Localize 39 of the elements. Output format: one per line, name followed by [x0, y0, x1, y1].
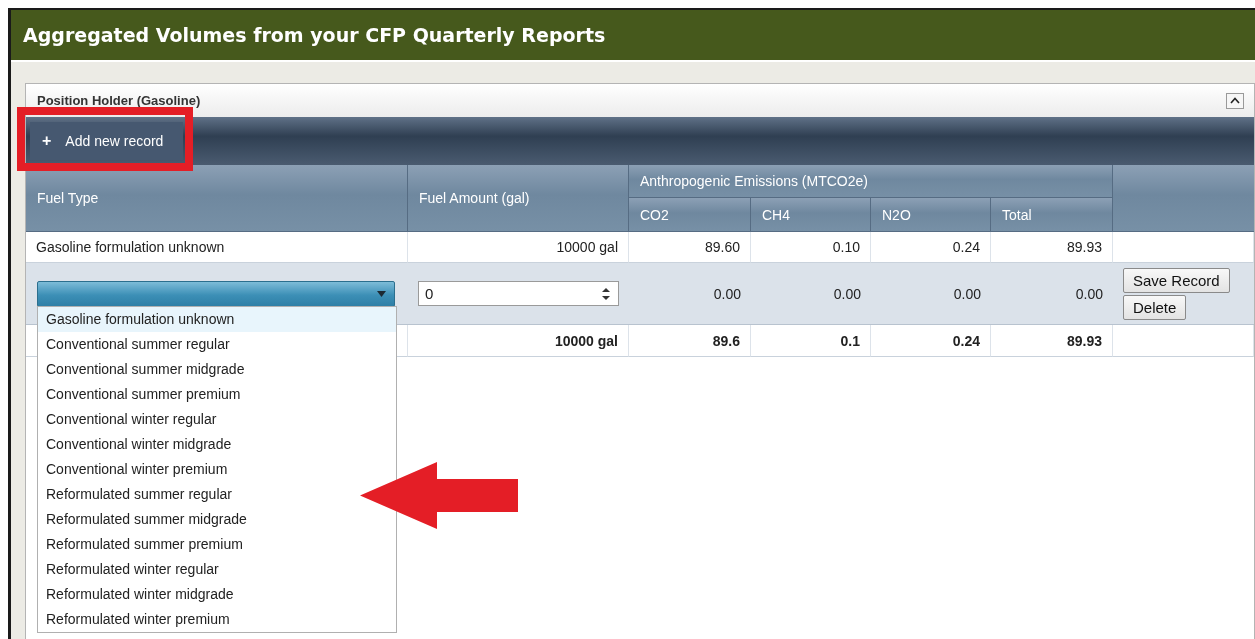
- delete-button[interactable]: Delete: [1123, 294, 1187, 320]
- table-cell: 0.00: [1075, 285, 1103, 302]
- dropdown-option[interactable]: Conventional summer midgrade: [38, 357, 253, 382]
- total-cell: 0.1: [751, 325, 871, 357]
- total-cell: 10000 gal: [408, 325, 629, 357]
- total-cell: 89.93: [991, 325, 1113, 357]
- column-header[interactable]: Fuel Type: [26, 165, 408, 232]
- add-record-button[interactable]: + Add new record: [30, 122, 184, 160]
- save-record-button[interactable]: Save Record: [1123, 267, 1230, 293]
- dropdown-option[interactable]: Reformulated winter midgrade: [38, 582, 242, 607]
- dropdown-option[interactable]: Reformulated summer midgrade: [38, 507, 255, 532]
- table-cell: 0.00: [953, 285, 981, 302]
- dropdown-option[interactable]: Reformulated summer regular: [38, 482, 240, 507]
- column-header[interactable]: CH4: [751, 198, 871, 232]
- caret-icon: [1230, 97, 1240, 104]
- column-header[interactable]: N2O: [871, 198, 991, 232]
- dropdown-arrow-icon: [377, 290, 386, 297]
- column-group-header: Anthropogenic Emissions (MTCO2e): [629, 165, 1113, 198]
- page-title: Aggregated Volumes from your CFP Quarterly Reports: [23, 24, 606, 46]
- panel-title: Position Holder (Gasoline): [37, 93, 201, 108]
- column-header[interactable]: Fuel Amount (gal): [408, 165, 629, 232]
- total-cell: 89.6: [629, 325, 751, 357]
- dropdown-option[interactable]: Reformulated summer premium: [38, 532, 251, 557]
- dropdown-option[interactable]: Reformulated winter premium: [38, 607, 238, 632]
- total-cell: 0.24: [871, 325, 991, 357]
- dropdown-option[interactable]: Conventional winter premium: [38, 457, 236, 482]
- fuel-amount-input[interactable]: 0: [418, 281, 619, 306]
- dropdown-option[interactable]: Conventional winter regular: [38, 407, 225, 432]
- fuel-type-dropdown[interactable]: [37, 280, 395, 307]
- column-header[interactable]: CO2: [629, 198, 751, 232]
- dropdown-option[interactable]: Reformulated winter regular: [38, 557, 227, 582]
- table-cell: 0.00: [833, 285, 861, 302]
- dropdown-option[interactable]: Conventional winter midgrade: [38, 432, 240, 457]
- table-cell: 0.00: [713, 285, 741, 302]
- dropdown-option[interactable]: Conventional summer premium: [38, 382, 249, 407]
- column-header[interactable]: Total: [991, 198, 1113, 232]
- collapse-button[interactable]: [1226, 92, 1244, 109]
- dropdown-option[interactable]: Conventional summer regular: [38, 332, 238, 357]
- dropdown-option[interactable]: Gasoline formulation unknown: [38, 307, 396, 332]
